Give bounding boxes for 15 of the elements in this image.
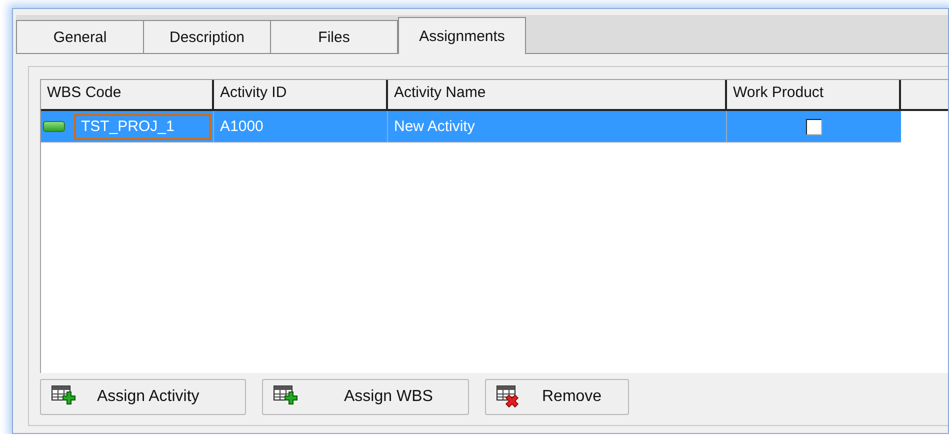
tab[interactable]: Description — [143, 20, 271, 53]
status-icon — [43, 121, 65, 132]
column-header[interactable]: Activity ID — [214, 80, 388, 109]
tab[interactable]: Files — [270, 20, 398, 53]
tab[interactable]: Assignments — [398, 17, 526, 54]
tab[interactable]: General — [16, 20, 144, 53]
column-header[interactable]: WBS Code — [41, 80, 214, 109]
assign-button[interactable]: Assign WBS — [262, 379, 469, 415]
remove-button[interactable]: Remove — [485, 379, 629, 415]
checkbox[interactable] — [806, 118, 822, 134]
column-header[interactable]: Work Product — [727, 80, 901, 109]
assign-button[interactable]: Assign Activity — [40, 379, 246, 415]
table-cell: A1000 — [214, 111, 388, 142]
table-cell: New Activity — [388, 111, 727, 142]
column-header[interactable]: Activity Name — [388, 80, 727, 109]
